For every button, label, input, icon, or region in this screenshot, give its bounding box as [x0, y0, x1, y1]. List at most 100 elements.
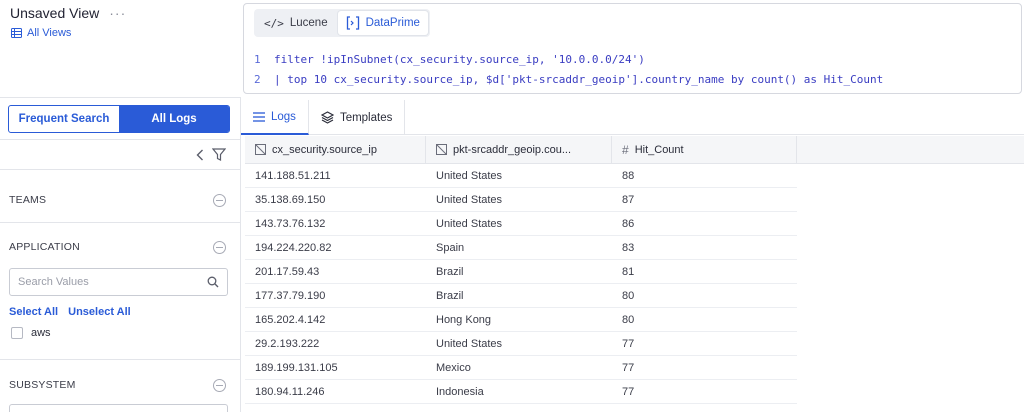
- hit-count-cell: 83: [622, 241, 635, 254]
- country-cell: Indonesia: [436, 385, 484, 398]
- column-header-label: cx_security.source_ip: [272, 143, 377, 156]
- divider: [0, 359, 240, 360]
- code-text: | top 10 cx_security.source_ip, $d['pkt-…: [274, 73, 884, 86]
- country-cell: Mexico: [436, 361, 471, 374]
- results-table: cx_security.source_ip pkt-srcaddr_geoip.…: [245, 136, 1024, 404]
- teams-collapse-icon[interactable]: [213, 194, 226, 207]
- bracket-icon: [346, 16, 359, 30]
- table-row[interactable]: 35.138.69.150 United States 87: [245, 188, 797, 212]
- source-ip-cell: 177.37.79.190: [255, 289, 326, 302]
- table-row[interactable]: 141.188.51.211 United States 88: [245, 164, 797, 188]
- column-header-country[interactable]: pkt-srcaddr_geoip.cou...: [426, 136, 612, 163]
- table-row[interactable]: 165.202.4.142 Hong Kong 80: [245, 308, 797, 332]
- country-cell: Hong Kong: [436, 313, 492, 326]
- table-row[interactable]: 177.37.79.190 Brazil 80: [245, 284, 797, 308]
- search-icon: [207, 276, 219, 288]
- application-search: [9, 268, 228, 296]
- table-row[interactable]: 194.224.220.82 Spain 83: [245, 236, 797, 260]
- field-type-icon: [436, 144, 447, 155]
- divider: [0, 222, 240, 223]
- frequent-search-tab[interactable]: Frequent Search: [9, 106, 119, 132]
- query-editor[interactable]: </> Lucene DataPrime 1 filter !ipInSubne…: [243, 3, 1022, 94]
- country-cell: Spain: [436, 241, 465, 254]
- query-code[interactable]: 1 filter !ipInSubnet(cx_security.source_…: [254, 50, 883, 90]
- country-cell: United States: [436, 193, 503, 206]
- select-all-link[interactable]: Select All: [9, 306, 58, 318]
- table-row[interactable]: 189.199.131.105 Mexico 77: [245, 356, 797, 380]
- all-views-link[interactable]: All Views: [11, 27, 71, 39]
- results-tabs: Logs Templates: [241, 100, 1024, 135]
- column-header-source-ip[interactable]: cx_security.source_ip: [245, 136, 426, 163]
- line-number: 1: [254, 53, 261, 66]
- application-section-title: APPLICATION: [9, 241, 80, 253]
- field-type-icon: [255, 144, 266, 155]
- application-value-aws[interactable]: aws: [11, 327, 51, 339]
- dataprime-label: DataPrime: [365, 17, 420, 29]
- tab-templates[interactable]: Templates: [309, 100, 406, 135]
- layers-icon: [320, 111, 334, 124]
- table-row[interactable]: 180.94.11.246 Indonesia 77: [245, 380, 797, 404]
- filter-sidebar: Frequent Search All Logs TEAMS APPLICATI…: [0, 97, 240, 412]
- chevron-left-icon[interactable]: [196, 149, 204, 161]
- application-collapse-icon[interactable]: [213, 241, 226, 254]
- column-header-hit-count[interactable]: # Hit_Count: [612, 136, 797, 163]
- hit-count-cell: 80: [622, 289, 635, 302]
- source-ip-cell: 201.17.59.43: [255, 265, 320, 278]
- code-line: 2 | top 10 cx_security.source_ip, $d['pk…: [254, 70, 883, 90]
- lines-icon: [253, 111, 265, 122]
- table-row[interactable]: 143.73.76.132 United States 86: [245, 212, 797, 236]
- teams-section-title: TEAMS: [9, 194, 47, 206]
- filter-icon[interactable]: [212, 148, 226, 161]
- hit-count-cell: 81: [622, 265, 635, 278]
- subsystem-collapse-icon[interactable]: [213, 379, 226, 392]
- subsystem-section-title: SUBSYSTEM: [9, 379, 76, 391]
- hit-count-cell: 80: [622, 313, 635, 326]
- table-row[interactable]: 201.17.59.43 Brazil 81: [245, 260, 797, 284]
- column-header-label: Hit_Count: [634, 143, 684, 156]
- column-header-label: pkt-srcaddr_geoip.cou...: [453, 143, 572, 156]
- country-cell: United States: [436, 217, 503, 230]
- line-number: 2: [254, 73, 261, 86]
- more-options-button[interactable]: ···: [109, 5, 126, 21]
- list-icon: [11, 28, 22, 38]
- code-icon: </>: [264, 16, 284, 30]
- country-cell: Brazil: [436, 289, 464, 302]
- hit-count-cell: 86: [622, 217, 635, 230]
- table-body: 141.188.51.211 United States 88 35.138.69.1…: [245, 164, 1024, 404]
- code-text: filter !ipInSubnet(cx_security.source_ip…: [274, 53, 645, 66]
- lucene-button[interactable]: </> Lucene: [256, 11, 336, 35]
- source-ip-cell: 35.138.69.150: [255, 193, 326, 206]
- divider: [0, 139, 240, 140]
- hit-count-cell: 77: [622, 361, 635, 374]
- tab-templates-label: Templates: [339, 111, 393, 124]
- panel-divider[interactable]: [240, 97, 241, 412]
- country-cell: Brazil: [436, 265, 464, 278]
- query-language-toggle: </> Lucene DataPrime: [254, 9, 430, 37]
- all-logs-tab[interactable]: All Logs: [119, 106, 229, 132]
- tab-logs[interactable]: Logs: [241, 100, 309, 135]
- hit-count-cell: 77: [622, 337, 635, 350]
- divider: [0, 97, 240, 98]
- view-title: Unsaved View ···: [10, 5, 126, 21]
- source-ip-cell: 141.188.51.211: [255, 169, 331, 182]
- source-ip-cell: 165.202.4.142: [255, 313, 326, 326]
- search-values-input[interactable]: [18, 276, 207, 288]
- selection-links: Select All Unselect All: [9, 306, 131, 318]
- country-cell: United States: [436, 169, 503, 182]
- table-header: cx_security.source_ip pkt-srcaddr_geoip.…: [245, 136, 1024, 164]
- source-ip-cell: 194.224.220.82: [255, 241, 332, 254]
- filter-tools: [196, 148, 226, 161]
- source-ip-cell: 29.2.193.222: [255, 337, 320, 350]
- code-line: 1 filter !ipInSubnet(cx_security.source_…: [254, 50, 883, 70]
- table-row[interactable]: 29.2.193.222 United States 77: [245, 332, 797, 356]
- aws-checkbox[interactable]: [11, 327, 23, 339]
- source-ip-cell: 180.94.11.246: [255, 385, 325, 398]
- dataprime-button[interactable]: DataPrime: [337, 11, 428, 35]
- unselect-all-link[interactable]: Unselect All: [68, 306, 131, 318]
- country-cell: United States: [436, 337, 503, 350]
- hit-count-cell: 87: [622, 193, 635, 206]
- source-ip-cell: 143.73.76.132: [255, 217, 326, 230]
- subsystem-search[interactable]: [9, 404, 228, 412]
- source-ip-cell: 189.199.131.105: [255, 361, 338, 374]
- divider: [0, 169, 240, 170]
